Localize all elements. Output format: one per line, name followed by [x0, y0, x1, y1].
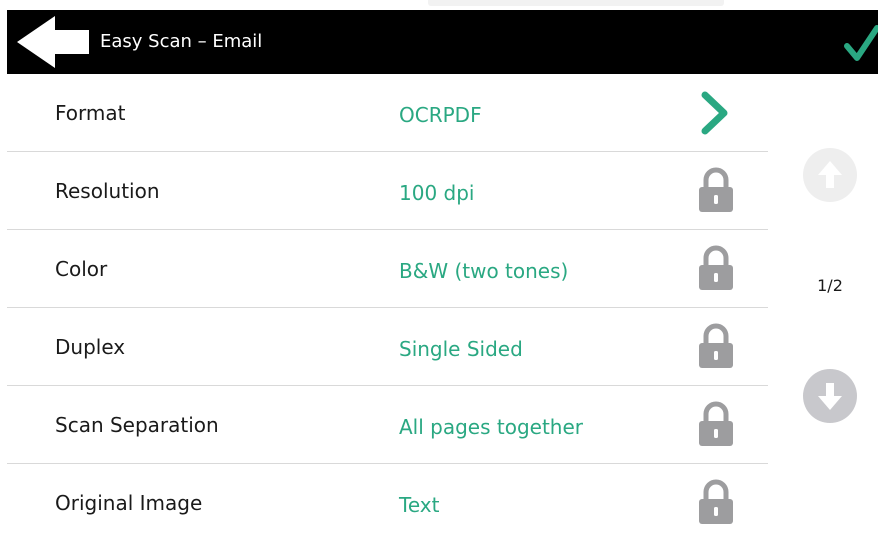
scroll-down-button[interactable]	[802, 368, 858, 424]
setting-row-duplex[interactable]: Duplex Single Sided	[7, 308, 768, 386]
setting-row-scan-separation[interactable]: Scan Separation All pages together	[7, 386, 768, 464]
page-title: Easy Scan – Email	[100, 31, 263, 52]
settings-list: Format OCRPDF Resolution 100 dpi Color B…	[7, 74, 768, 541]
setting-value: OCRPDF	[399, 103, 482, 127]
setting-label: Scan Separation	[55, 413, 219, 437]
header-bar: Easy Scan – Email	[7, 10, 878, 74]
setting-label: Format	[55, 101, 126, 125]
lock-icon	[696, 244, 736, 292]
setting-label: Resolution	[55, 179, 160, 203]
setting-value: B&W (two tones)	[399, 259, 569, 283]
setting-value: All pages together	[399, 415, 584, 439]
page-indicator: 1/2	[817, 276, 843, 295]
chevron-right-icon[interactable]	[697, 90, 731, 136]
setting-row-color[interactable]: Color B&W (two tones)	[7, 230, 768, 308]
checkmark-icon	[844, 25, 878, 61]
scroll-up-button[interactable]	[802, 147, 858, 203]
lock-icon	[696, 322, 736, 370]
setting-row-original-image[interactable]: Original Image Text	[7, 464, 768, 541]
setting-label: Color	[55, 257, 108, 281]
setting-value: Text	[399, 493, 440, 517]
back-arrow-icon	[17, 16, 89, 68]
arrow-up-icon	[803, 148, 857, 202]
lock-icon	[696, 166, 736, 214]
back-button[interactable]	[15, 14, 91, 70]
setting-label: Original Image	[55, 491, 203, 515]
top-handle-strip	[428, 0, 724, 6]
arrow-down-icon	[803, 369, 857, 423]
setting-row-format[interactable]: Format OCRPDF	[7, 74, 768, 152]
lock-icon	[696, 400, 736, 448]
setting-row-resolution[interactable]: Resolution 100 dpi	[7, 152, 768, 230]
setting-value: Single Sided	[399, 337, 523, 361]
confirm-button[interactable]	[843, 24, 878, 64]
setting-label: Duplex	[55, 335, 126, 359]
lock-icon	[696, 478, 736, 526]
setting-value: 100 dpi	[399, 181, 475, 205]
